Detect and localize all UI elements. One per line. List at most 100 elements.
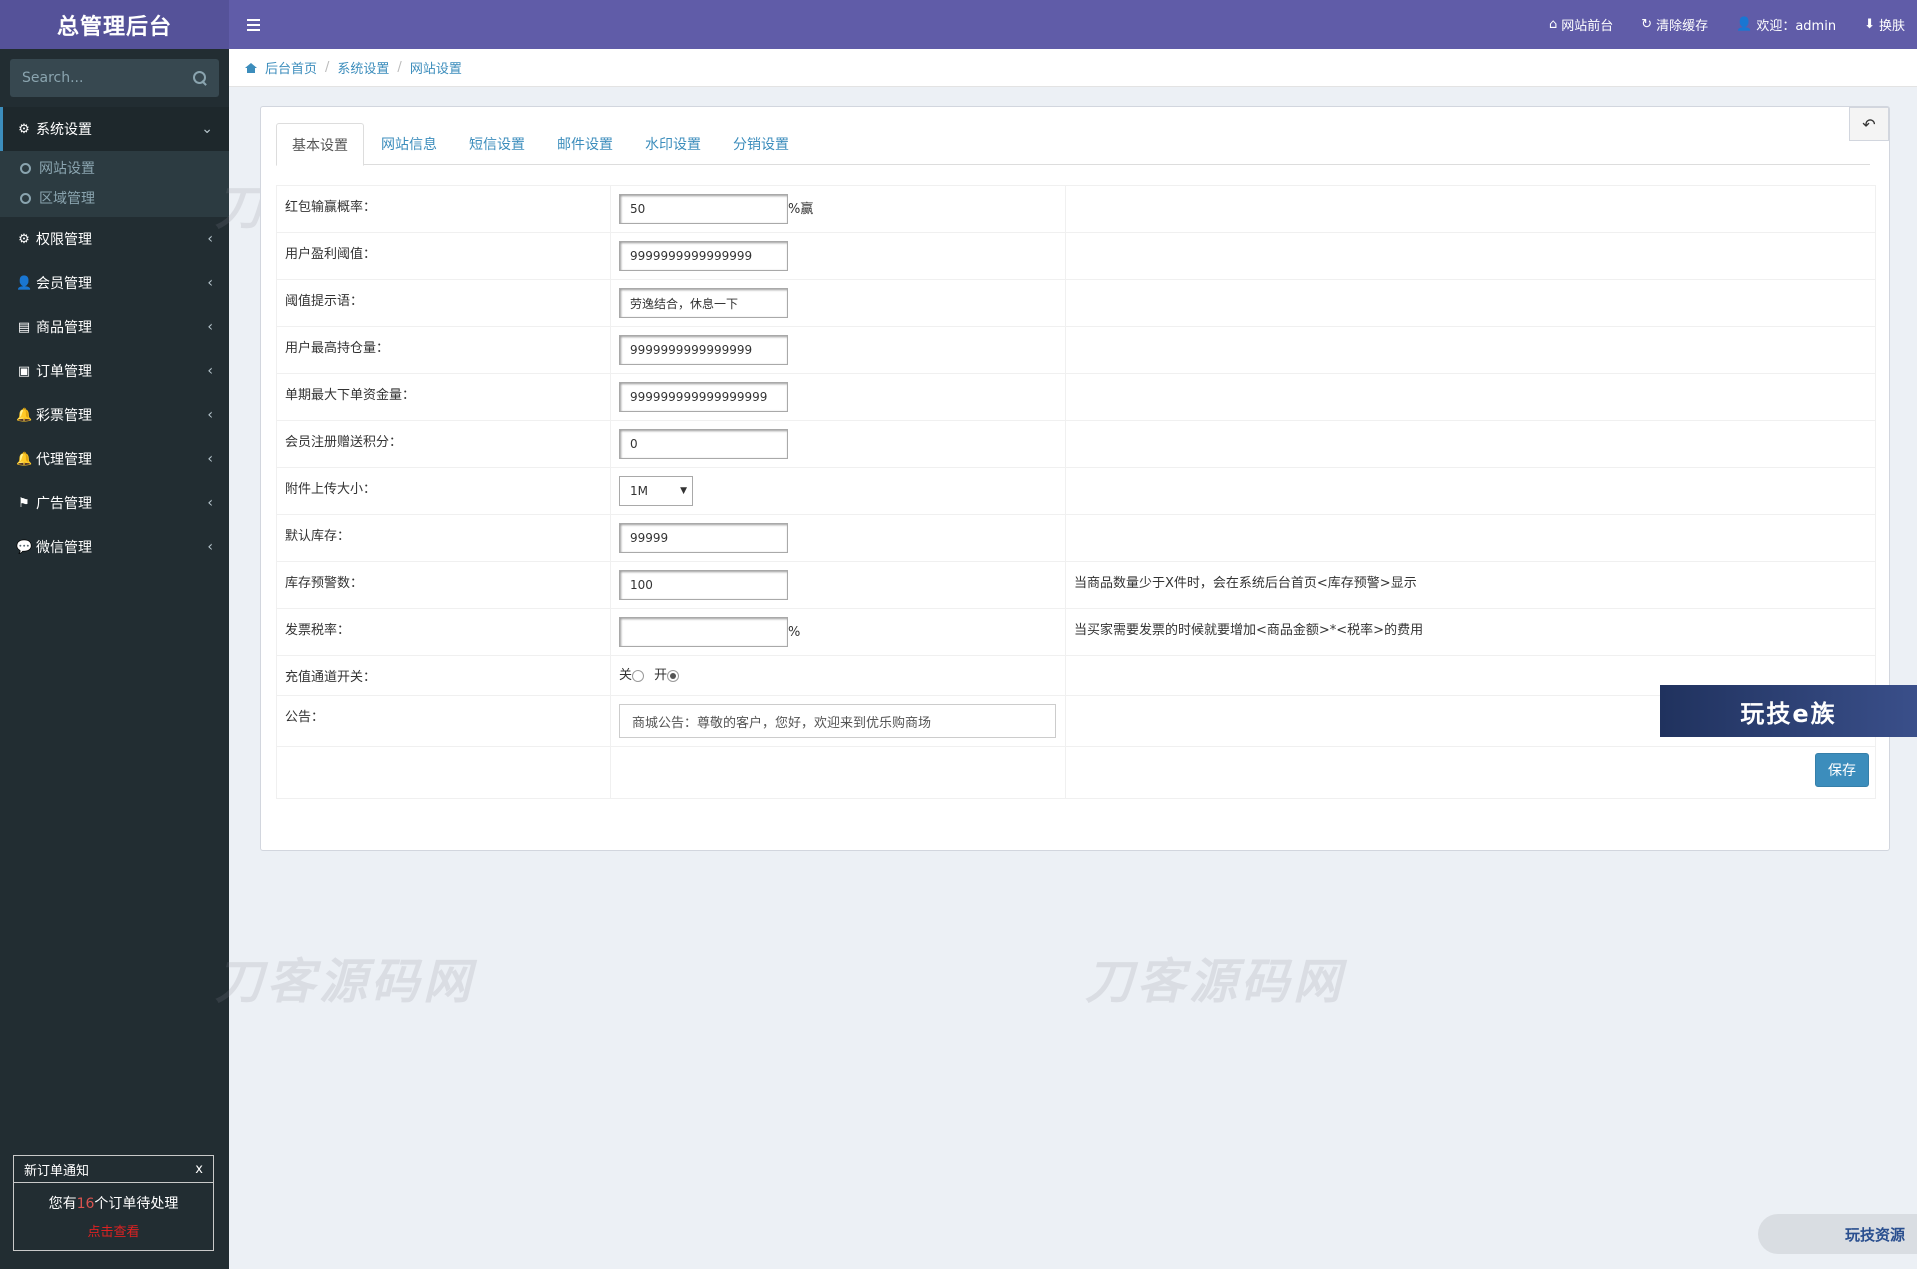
sidebar-item-label: 广告管理 [36, 496, 92, 512]
sidebar-item-label: 彩票管理 [36, 408, 92, 424]
bell-icon: 🔔 [16, 451, 33, 467]
tab-distribution-settings[interactable]: 分销设置 [718, 123, 804, 165]
tab-watermark-settings[interactable]: 水印设置 [630, 123, 716, 165]
sidebar-item-lottery[interactable]: 🔔 彩票管理 ‹ [0, 393, 229, 437]
sidebar-item-ads[interactable]: ⚑ 广告管理 ‹ [0, 481, 229, 525]
chevron-left-icon: ‹ [207, 539, 213, 555]
max-position-input[interactable] [619, 335, 788, 365]
chevron-left-icon: ‹ [207, 363, 213, 379]
field-tip [1065, 232, 1876, 280]
field-label: 单期最大下单资金量： [276, 373, 611, 421]
sidebar-item-members[interactable]: 👤 会员管理 ‹ [0, 261, 229, 305]
notice-title: 新订单通知 [24, 1163, 90, 1179]
upload-size-select[interactable]: 1M ▼ [619, 476, 693, 506]
top-link-label: 清除缓存 [1656, 19, 1709, 34]
watermark-text: 刀客源码网 [1085, 954, 1346, 1010]
sidebar-item-orders[interactable]: ▣ 订单管理 ‹ [0, 349, 229, 393]
tab-basic-settings[interactable]: 基本设置 [276, 123, 364, 166]
pending-order-count: 16 [76, 1196, 95, 1212]
unit-label: %赢 [788, 202, 814, 217]
recharge-off-radio[interactable] [632, 669, 645, 682]
tab-email-settings[interactable]: 邮件设置 [542, 123, 628, 165]
gears-icon: ⚙ [18, 231, 30, 247]
field-tip [1065, 373, 1876, 421]
field-label: 用户盈利阈值： [276, 232, 611, 280]
submenu-item-region-management[interactable]: 区域管理 [0, 183, 229, 213]
field-tip [1065, 514, 1876, 562]
refresh-icon: ↻ [1641, 17, 1653, 32]
tab-sms-settings[interactable]: 短信设置 [454, 123, 540, 165]
settings-panel: ↶ 基本设置 网站信息 短信设置 邮件设置 水印设置 分销设置 红包输赢概率： … [260, 106, 1890, 851]
threshold-message-input[interactable] [619, 288, 788, 318]
menu-toggle-icon[interactable] [229, 0, 277, 49]
form-row: 默认库存： [276, 514, 1876, 562]
user-icon: 👤 [1736, 17, 1753, 32]
view-orders-link[interactable]: 点击查看 [14, 1221, 213, 1240]
site-frontend-link[interactable]: ⌂ 网站前台 [1549, 15, 1613, 34]
new-order-notice: 新订单通知 x 您有16个订单待处理 点击查看 [13, 1155, 214, 1251]
notice-prefix: 您有 [48, 1196, 77, 1212]
notice-body: 您有16个订单待处理 点击查看 [14, 1183, 213, 1240]
bell-icon: 🔔 [16, 407, 33, 423]
money-icon: ▣ [17, 363, 31, 379]
submenu-item-site-settings[interactable]: 网站设置 [0, 153, 229, 183]
sidebar-item-system-settings[interactable]: ⚙ 系统设置 ⌄ [0, 107, 229, 151]
circle-icon [20, 162, 31, 174]
brand-banner: 玩技e族 [1660, 685, 1917, 737]
announcement-input[interactable] [619, 704, 1056, 738]
sidebar-item-label: 商品管理 [36, 320, 92, 336]
field-label: 阈值提示语： [276, 279, 611, 327]
field-tip: 当买家需要发票的时候就要增加<商品金额>*<税率>的费用 [1065, 608, 1876, 656]
top-navbar: ⌂ 网站前台 ↻ 清除缓存 👤 欢迎：admin ⬇ 换肤 [229, 0, 1917, 49]
register-points-input[interactable] [619, 429, 788, 459]
invoice-tax-input[interactable] [619, 617, 788, 647]
change-skin-link[interactable]: ⬇ 换肤 [1864, 15, 1905, 34]
breadcrumb-system-settings[interactable]: 系统设置 [337, 58, 389, 77]
form-row: 用户最高持仓量： [276, 326, 1876, 374]
sidebar-submenu: 网站设置 区域管理 [0, 151, 229, 217]
field-label: 默认库存： [276, 514, 611, 562]
field-tip: 当商品数量少于X件时，会在系统后台首页<库存预警>显示 [1065, 561, 1876, 609]
sidebar-item-wechat[interactable]: 💬 微信管理 ‹ [0, 525, 229, 569]
clear-cache-link[interactable]: ↻ 清除缓存 [1641, 15, 1708, 34]
sidebar-item-agents[interactable]: 🔔 代理管理 ‹ [0, 437, 229, 481]
breadcrumb-site-settings[interactable]: 网站设置 [410, 58, 462, 77]
brand-pill: 玩技资源 [1758, 1214, 1917, 1254]
tab-site-info[interactable]: 网站信息 [366, 123, 452, 165]
save-button[interactable]: 保存 [1815, 753, 1869, 787]
search-icon[interactable] [193, 71, 207, 85]
chevron-left-icon: ‹ [207, 231, 213, 247]
sidebar-item-permissions[interactable]: ⚙ 权限管理 ‹ [0, 217, 229, 261]
unit-label: % [788, 625, 801, 640]
field-label: 充值通道开关： [276, 655, 611, 696]
recharge-on-radio[interactable] [667, 669, 680, 682]
sidebar-item-products[interactable]: ▤ 商品管理 ‹ [0, 305, 229, 349]
field-label: 公告： [276, 695, 611, 747]
submenu-item-label: 区域管理 [39, 191, 95, 207]
top-links: ⌂ 网站前台 ↻ 清除缓存 👤 欢迎：admin ⬇ 换肤 [1549, 15, 1917, 34]
chevron-left-icon: ‹ [207, 495, 213, 511]
form-row: 红包输赢概率： %赢 [276, 185, 1876, 233]
sidebar-item-label: 会员管理 [36, 276, 92, 292]
submenu-item-label: 网站设置 [39, 161, 95, 177]
close-icon[interactable]: x [195, 1162, 203, 1177]
sidebar-item-label: 系统设置 [36, 122, 92, 138]
max-order-amount-input[interactable] [619, 382, 788, 412]
sidebar-search [10, 59, 219, 97]
field-tip [1065, 420, 1876, 468]
field-label: 库存预警数： [276, 561, 611, 609]
form-row: 充值通道开关： 关 开 [276, 655, 1876, 696]
settings-tabs: 基本设置 网站信息 短信设置 邮件设置 水印设置 分销设置 [276, 123, 1870, 166]
sidebar-item-label: 权限管理 [36, 232, 92, 248]
field-label: 发票税率： [276, 608, 611, 656]
search-input[interactable] [22, 70, 182, 86]
profit-threshold-input[interactable] [619, 241, 788, 271]
user-welcome-link[interactable]: 👤 欢迎：admin [1736, 15, 1836, 34]
form-row: 阈值提示语： [276, 279, 1876, 327]
top-link-label: 网站前台 [1561, 19, 1614, 34]
default-stock-input[interactable] [619, 523, 788, 553]
redpacket-probability-input[interactable] [619, 194, 788, 224]
breadcrumb: 后台首页 / 系统设置 / 网站设置 [229, 49, 1917, 87]
stock-warning-input[interactable] [619, 570, 788, 600]
breadcrumb-home[interactable]: 后台首页 [265, 58, 317, 77]
